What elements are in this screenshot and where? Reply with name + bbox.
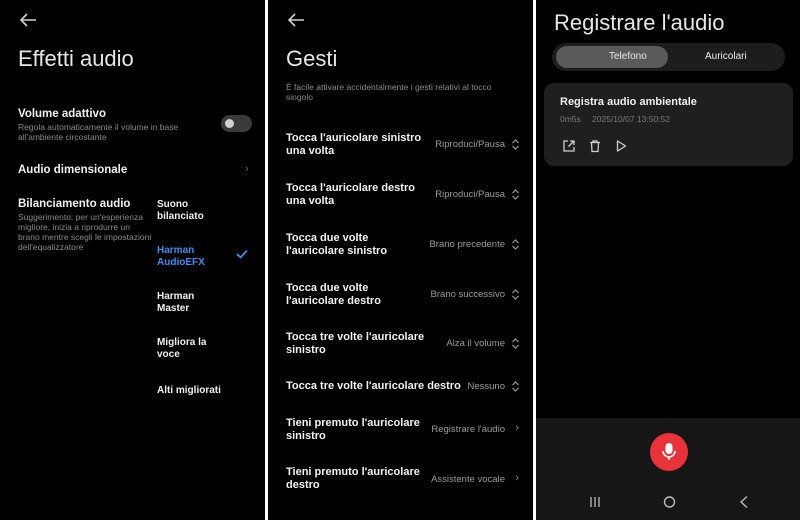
gesture-label-line1: Tieni premuto l'auricolare — [286, 417, 420, 429]
option-harman-master[interactable]: Harman Master — [157, 291, 237, 315]
gesture-label: Tocca l'auricolare sinistro una volta — [286, 132, 426, 158]
chevron-right-icon: › — [515, 422, 519, 434]
checkmark-icon — [236, 249, 248, 259]
bilanciamento-desc-line3: brano mentre scegli le impostazioni — [18, 232, 152, 242]
gesture-label: Tocca tre volte l'auricolare destro — [286, 380, 466, 393]
toggle-knob — [225, 119, 234, 128]
tab-telefono[interactable]: Telefono — [609, 51, 647, 62]
gesture-label-line2: l'auricolare destro — [286, 295, 381, 307]
effetti-audio-screen: Effetti audio Volume adattivo Regola aut… — [0, 0, 265, 520]
gesture-value: Assistente vocale — [431, 474, 505, 485]
option-line2: bilanciato — [157, 211, 204, 222]
play-icon[interactable] — [614, 139, 628, 153]
gesture-label: Tocca l'auricolare destro una volta — [286, 182, 426, 208]
option-line2: Master — [157, 303, 190, 314]
back-arrow-icon[interactable] — [18, 11, 38, 29]
chevron-right-icon: › — [245, 163, 249, 175]
gesture-label-line1: Tocca due volte — [286, 282, 369, 294]
gesture-label-line1: Tocca tre volte l'auricolare destro — [286, 380, 461, 392]
tab-auricolari[interactable]: Auricolari — [705, 51, 747, 62]
recording-card[interactable]: Registra audio ambientale 0m5s 2025/10/0… — [544, 83, 793, 166]
back-icon[interactable] — [738, 495, 750, 509]
up-down-chevron-icon — [512, 139, 519, 150]
gesture-value: Riproduci/Pausa — [435, 189, 505, 200]
volume-adattivo-desc-line2: all'ambiente circostante — [18, 132, 107, 142]
gesti-screen: Gesti È facile attivare accidentalmente … — [268, 0, 533, 520]
option-line1: Migliora la — [157, 337, 207, 348]
option-line1: Alti migliorati — [157, 385, 221, 396]
option-suono-bilanciato[interactable]: Suono bilanciato — [157, 199, 237, 223]
recent-apps-icon[interactable] — [589, 495, 601, 509]
back-arrow-icon[interactable] — [286, 11, 306, 29]
up-down-chevron-icon — [512, 189, 519, 200]
up-down-chevron-icon — [512, 338, 519, 349]
gesture-value: Registrare l'audio — [431, 424, 505, 435]
option-line1: Harman — [157, 245, 195, 256]
up-down-chevron-icon — [512, 289, 519, 300]
share-icon[interactable] — [562, 139, 576, 153]
gesture-label-line1: Tocca tre volte l'auricolare — [286, 331, 425, 343]
volume-adattivo-title: Volume adattivo — [18, 108, 106, 120]
gesture-label: Tocca due volte l'auricolare destro — [286, 282, 426, 308]
record-button[interactable] — [650, 433, 688, 471]
page-title: Registrare l'audio — [554, 10, 725, 35]
gesture-label-line2: una volta — [286, 195, 335, 207]
option-line1: Suono — [157, 199, 189, 210]
bilanciamento-desc-line1: Suggerimento: per un'esperienza — [18, 212, 143, 222]
option-line2: AudioEFX — [157, 257, 205, 268]
gesture-label-line2: destro — [286, 479, 320, 491]
bilanciamento-desc-line2: migliore, inizia a riprodurre un — [18, 222, 130, 232]
home-icon[interactable] — [663, 495, 676, 509]
gesture-label-line2: l'auricolare sinistro — [286, 245, 388, 257]
bilanciamento-desc-line4: dell'equalizzatore — [18, 242, 84, 252]
volume-adattivo-desc-line1: Regola automaticamente il volume in base — [18, 122, 179, 132]
gesture-label-line1: Tieni premuto l'auricolare — [286, 466, 420, 478]
option-harman-audioefx[interactable]: Harman AudioEFX — [157, 245, 237, 269]
volume-adattivo-toggle[interactable] — [221, 115, 252, 132]
up-down-chevron-icon — [512, 381, 519, 392]
gesture-value: Brano precedente — [429, 239, 505, 250]
gesture-value: Brano successivo — [430, 289, 505, 300]
chevron-right-icon: › — [515, 472, 519, 484]
recording-timestamp: 2025/10/07 13:50:52 — [592, 114, 670, 124]
gesti-subtitle-line2: singolo — [286, 92, 313, 102]
gesture-value: Riproduci/Pausa — [435, 139, 505, 150]
bilanciamento-audio-title: Bilanciamento audio — [18, 198, 131, 210]
page-title: Gesti — [286, 46, 338, 71]
gesture-label: Tieni premuto l'auricolare destro — [286, 466, 426, 492]
gesti-subtitle-line1: È facile attivare accidentalmente i gest… — [286, 82, 492, 92]
gesture-label-line2: una volta — [286, 145, 335, 157]
gesture-label: Tocca tre volte l'auricolare sinistro — [286, 331, 426, 357]
device-segmented-control: Telefono Auricolari — [552, 43, 785, 71]
trash-icon[interactable] — [588, 139, 602, 153]
gesture-label-line2: sinistro — [286, 430, 326, 442]
gesture-label: Tieni premuto l'auricolare sinistro — [286, 417, 426, 443]
registrare-audio-screen: Registrare l'audio Telefono Auricolari R… — [536, 0, 800, 520]
gesture-label-line1: Tocca l'auricolare destro — [286, 182, 415, 194]
gesture-label-line1: Tocca due volte — [286, 232, 369, 244]
recording-title: Registra audio ambientale — [560, 96, 697, 108]
gesture-label: Tocca due volte l'auricolare sinistro — [286, 232, 426, 258]
gesture-value: Nessuno — [467, 381, 506, 392]
recording-duration: 0m5s — [560, 114, 581, 124]
gesture-label-line2: sinistro — [286, 344, 326, 356]
option-line2: voce — [157, 349, 180, 360]
option-line1: Harman — [157, 291, 195, 302]
audio-dimensionale-title: Audio dimensionale — [18, 164, 128, 176]
page-title: Effetti audio — [18, 46, 134, 71]
option-migliora-la-voce[interactable]: Migliora la voce — [157, 337, 237, 361]
option-alti-migliorati[interactable]: Alti migliorati — [157, 385, 237, 397]
microphone-icon — [662, 443, 676, 460]
up-down-chevron-icon — [512, 239, 519, 250]
gesture-label-line1: Tocca l'auricolare sinistro — [286, 132, 422, 144]
gesture-value: Alza il volume — [446, 338, 505, 349]
